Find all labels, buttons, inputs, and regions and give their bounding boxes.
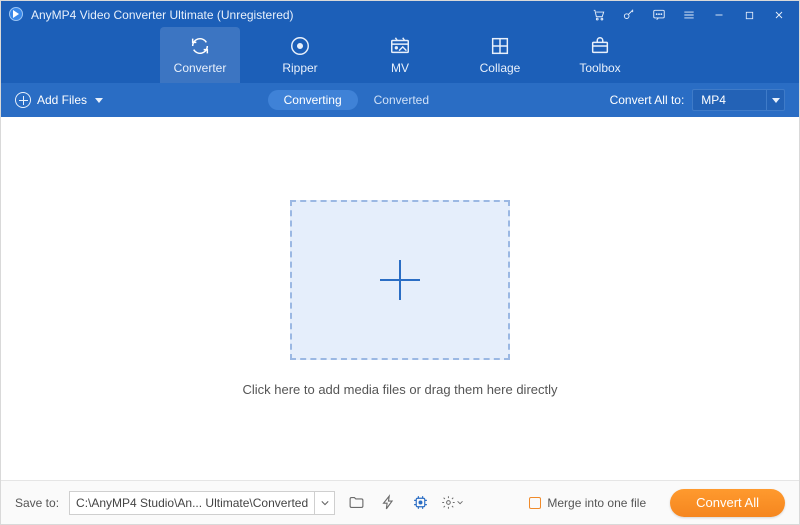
tab-label: Converter bbox=[174, 61, 227, 75]
status-tabs: Converting Converted bbox=[268, 90, 445, 110]
toolbox-icon bbox=[589, 35, 611, 57]
converter-icon bbox=[189, 35, 211, 57]
chevron-down-icon bbox=[95, 98, 103, 103]
sub-toolbar: Add Files Converting Converted Convert A… bbox=[1, 83, 799, 117]
tab-ripper[interactable]: Ripper bbox=[260, 27, 340, 83]
tab-mv[interactable]: MV bbox=[360, 27, 440, 83]
titlebar: AnyMP4 Video Converter Ultimate (Unregis… bbox=[1, 1, 799, 25]
footer-bar: Save to: C:\AnyMP4 Studio\An... Ultimate… bbox=[1, 480, 799, 524]
hardware-accel-button[interactable] bbox=[377, 492, 399, 514]
chevron-down-icon bbox=[766, 90, 784, 110]
plus-icon bbox=[376, 256, 424, 304]
tab-label: Ripper bbox=[282, 61, 317, 75]
mv-icon bbox=[389, 35, 411, 57]
open-folder-button[interactable] bbox=[345, 492, 367, 514]
main-area: Click here to add media files or drag th… bbox=[1, 117, 799, 480]
tab-toolbox[interactable]: Toolbox bbox=[560, 27, 640, 83]
convert-all-to: Convert All to: MP4 bbox=[610, 89, 785, 111]
app-window: AnyMP4 Video Converter Ultimate (Unregis… bbox=[0, 0, 800, 525]
save-path-value: C:\AnyMP4 Studio\An... Ultimate\Converte… bbox=[70, 496, 314, 510]
gpu-button[interactable] bbox=[409, 492, 431, 514]
app-logo-icon bbox=[9, 7, 25, 23]
minimize-button[interactable] bbox=[711, 7, 727, 23]
tab-converted[interactable]: Converted bbox=[358, 90, 445, 110]
app-title: AnyMP4 Video Converter Ultimate (Unregis… bbox=[31, 8, 591, 22]
save-to-label: Save to: bbox=[15, 496, 59, 510]
tab-converter[interactable]: Converter bbox=[160, 27, 240, 83]
plus-circle-icon bbox=[15, 92, 31, 108]
add-files-button[interactable]: Add Files bbox=[15, 92, 103, 108]
maximize-button[interactable] bbox=[741, 7, 757, 23]
checkbox-icon bbox=[529, 497, 541, 509]
feedback-icon[interactable] bbox=[651, 7, 667, 23]
window-buttons bbox=[591, 7, 791, 23]
tab-label: MV bbox=[391, 61, 409, 75]
chevron-down-icon bbox=[314, 492, 334, 514]
output-format-value: MP4 bbox=[693, 93, 766, 107]
merge-label: Merge into one file bbox=[547, 496, 646, 510]
close-button[interactable] bbox=[771, 7, 787, 23]
header: AnyMP4 Video Converter Ultimate (Unregis… bbox=[1, 1, 799, 83]
convert-all-label: Convert All to: bbox=[610, 93, 685, 107]
tab-collage[interactable]: Collage bbox=[460, 27, 540, 83]
drop-hint: Click here to add media files or drag th… bbox=[242, 382, 557, 397]
main-tabs: Converter Ripper MV Collage bbox=[1, 27, 799, 83]
tab-converting[interactable]: Converting bbox=[268, 90, 358, 110]
collage-icon bbox=[489, 35, 511, 57]
merge-checkbox[interactable]: Merge into one file bbox=[529, 496, 646, 510]
tab-label: Collage bbox=[480, 61, 521, 75]
output-format-select[interactable]: MP4 bbox=[692, 89, 785, 111]
add-files-label: Add Files bbox=[37, 93, 87, 107]
drop-zone[interactable] bbox=[290, 200, 510, 360]
cart-icon[interactable] bbox=[591, 7, 607, 23]
ripper-icon bbox=[289, 35, 311, 57]
tab-label: Toolbox bbox=[579, 61, 620, 75]
menu-icon[interactable] bbox=[681, 7, 697, 23]
convert-all-button[interactable]: Convert All bbox=[670, 489, 785, 517]
save-path-select[interactable]: C:\AnyMP4 Studio\An... Ultimate\Converte… bbox=[69, 491, 335, 515]
key-icon[interactable] bbox=[621, 7, 637, 23]
settings-button[interactable] bbox=[441, 492, 463, 514]
